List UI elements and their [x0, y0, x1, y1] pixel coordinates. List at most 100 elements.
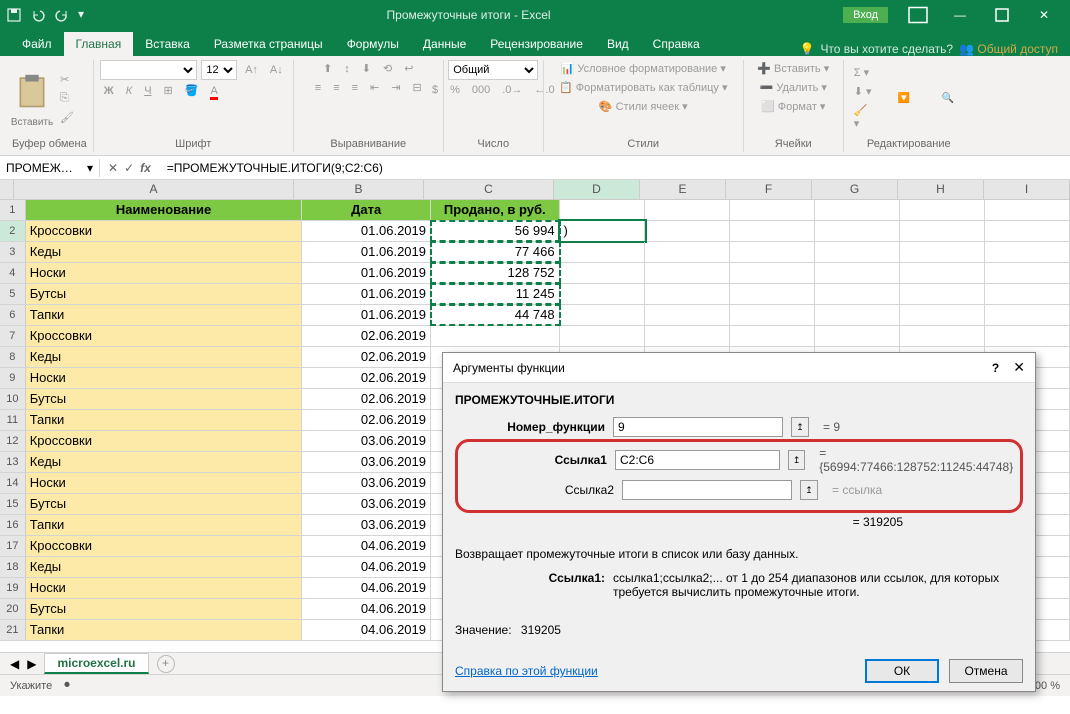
- cell[interactable]: [730, 263, 815, 283]
- arg3-range-picker-icon[interactable]: ↥: [800, 480, 818, 500]
- col-header-E[interactable]: E: [640, 180, 726, 199]
- cell[interactable]: [730, 326, 815, 346]
- cell[interactable]: 03.06.2019: [302, 473, 431, 493]
- align-center-icon[interactable]: ≡: [329, 80, 343, 96]
- cell[interactable]: Носки: [26, 263, 303, 283]
- cell[interactable]: [815, 263, 900, 283]
- arg1-input[interactable]: [613, 417, 783, 437]
- cell[interactable]: [900, 221, 985, 241]
- orientation-icon[interactable]: ⟲: [379, 60, 396, 77]
- font-name[interactable]: [100, 60, 198, 80]
- cell[interactable]: Носки: [26, 578, 303, 598]
- tab-insert[interactable]: Вставка: [133, 32, 202, 56]
- format-cells-button[interactable]: ⬜ Формат ▾: [757, 98, 829, 115]
- cancel-formula-icon[interactable]: ✕: [108, 161, 118, 175]
- cell[interactable]: [815, 326, 900, 346]
- row-header[interactable]: 15: [0, 494, 26, 514]
- arg2-input[interactable]: [615, 450, 780, 470]
- cell[interactable]: Бутсы: [26, 494, 303, 514]
- cell[interactable]: [645, 305, 730, 325]
- header-cell[interactable]: Продано, в руб.: [431, 200, 560, 220]
- cell[interactable]: 03.06.2019: [302, 515, 431, 535]
- cell[interactable]: 02.06.2019: [302, 410, 431, 430]
- find-button[interactable]: 🔍: [928, 68, 968, 128]
- row-header[interactable]: 17: [0, 536, 26, 556]
- col-header-G[interactable]: G: [812, 180, 898, 199]
- tab-view[interactable]: Вид: [595, 32, 641, 56]
- arg3-input[interactable]: [622, 480, 792, 500]
- fill-color-icon[interactable]: 🪣: [181, 82, 203, 99]
- cell[interactable]: 04.06.2019: [302, 620, 431, 640]
- cell[interactable]: 02.06.2019: [302, 347, 431, 367]
- tell-me[interactable]: Что вы хотите сделать?: [820, 42, 953, 56]
- close-button[interactable]: ✕: [1024, 3, 1064, 27]
- cell[interactable]: Тапки: [26, 305, 303, 325]
- percent-icon[interactable]: %: [446, 82, 464, 98]
- cell[interactable]: 04.06.2019: [302, 557, 431, 577]
- cell[interactable]: [730, 284, 815, 304]
- cell[interactable]: [815, 221, 900, 241]
- cell[interactable]: [815, 242, 900, 262]
- row-header[interactable]: 13: [0, 452, 26, 472]
- align-right-icon[interactable]: ≡: [348, 80, 362, 96]
- cell-styles-button[interactable]: 🎨 Стили ячеек ▾: [595, 98, 692, 115]
- header-cell[interactable]: Дата: [302, 200, 431, 220]
- col-header-H[interactable]: H: [898, 180, 984, 199]
- cell[interactable]: Носки: [26, 368, 303, 388]
- align-left-icon[interactable]: ≡: [311, 80, 325, 96]
- row-header[interactable]: 11: [0, 410, 26, 430]
- cell[interactable]: [560, 200, 645, 220]
- row-header[interactable]: 21: [0, 620, 26, 640]
- merge-icon[interactable]: ⊟: [408, 79, 425, 96]
- cell[interactable]: [560, 305, 645, 325]
- col-header-F[interactable]: F: [726, 180, 812, 199]
- cell[interactable]: Кроссовки: [26, 326, 303, 346]
- cell[interactable]: [730, 221, 815, 241]
- cell[interactable]: 11 245: [431, 284, 560, 304]
- cell[interactable]: Тапки: [26, 620, 303, 640]
- login-button[interactable]: Вход: [843, 7, 888, 23]
- cell[interactable]: Бутсы: [26, 284, 303, 304]
- share-button[interactable]: 👥 Общий доступ: [959, 42, 1058, 56]
- copy-icon[interactable]: ⎘: [56, 90, 78, 107]
- cell[interactable]: [645, 284, 730, 304]
- row-header[interactable]: 12: [0, 431, 26, 451]
- conditional-format-button[interactable]: 📊 Условное форматирование ▾: [557, 60, 730, 77]
- font-color-icon[interactable]: A: [206, 83, 221, 99]
- row-header[interactable]: 10: [0, 389, 26, 409]
- cell[interactable]: 44 748: [431, 305, 560, 325]
- select-all-corner[interactable]: [0, 180, 14, 199]
- formula-input[interactable]: =ПРОМЕЖУТОЧНЫЕ.ИТОГИ(9;C2:C6): [159, 159, 1070, 177]
- align-middle-icon[interactable]: ↕: [340, 61, 354, 77]
- row-header[interactable]: 8: [0, 347, 26, 367]
- cell[interactable]: 02.06.2019: [302, 389, 431, 409]
- cell[interactable]: [985, 221, 1070, 241]
- format-as-table-button[interactable]: 📋 Форматировать как таблицу ▾: [555, 79, 731, 96]
- cell[interactable]: [645, 221, 730, 241]
- cell[interactable]: [645, 200, 730, 220]
- dialog-help-icon[interactable]: ?: [992, 361, 999, 375]
- cell[interactable]: [900, 263, 985, 283]
- cell[interactable]: Кеды: [26, 347, 303, 367]
- cell[interactable]: 01.06.2019: [302, 221, 431, 241]
- currency-icon[interactable]: $: [428, 82, 442, 98]
- cell[interactable]: [900, 326, 985, 346]
- italic-button[interactable]: К: [122, 83, 136, 99]
- name-box[interactable]: ПРОМЕЖ…▾: [0, 159, 100, 177]
- borders-icon[interactable]: ⊞: [160, 82, 177, 99]
- cell[interactable]: [431, 326, 560, 346]
- row-header[interactable]: 1: [0, 200, 26, 220]
- paste-button[interactable]: Вставить: [12, 68, 52, 128]
- cell[interactable]: 03.06.2019: [302, 452, 431, 472]
- format-painter-icon[interactable]: 🖌: [56, 109, 78, 126]
- cell[interactable]: 01.06.2019: [302, 284, 431, 304]
- comma-icon[interactable]: 000: [468, 82, 494, 98]
- cell[interactable]: [985, 284, 1070, 304]
- col-header-B[interactable]: B: [294, 180, 424, 199]
- wrap-text-icon[interactable]: ↩: [400, 60, 417, 77]
- clear-icon[interactable]: 🧹 ▾: [850, 102, 880, 132]
- cell[interactable]: 128 752: [431, 263, 560, 283]
- cell[interactable]: [985, 242, 1070, 262]
- cell[interactable]: [985, 200, 1070, 220]
- cell[interactable]: [900, 200, 985, 220]
